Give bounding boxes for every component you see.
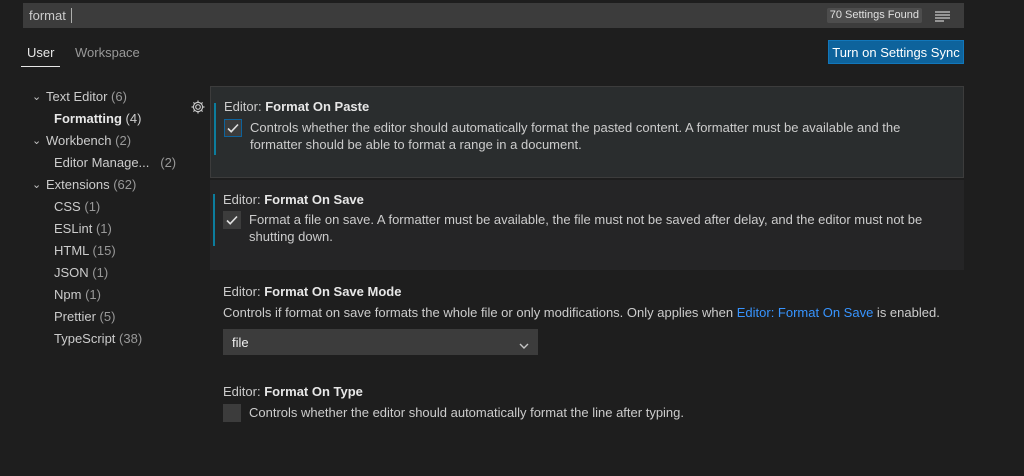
setting-format-on-type: Editor: Format On Type Controls whether … <box>210 372 964 432</box>
toc-item-json[interactable]: JSON (1) <box>54 262 108 284</box>
modified-indicator <box>214 103 216 155</box>
toc-item-html[interactable]: HTML (15) <box>54 240 116 262</box>
setting-description: Format a file on save. A formatter must … <box>249 212 923 244</box>
chevron-down-icon <box>519 338 529 353</box>
setting-format-on-save[interactable]: Editor: Format On Save Format a file on … <box>210 180 964 270</box>
setting-description: Controls whether the editor should autom… <box>250 120 901 152</box>
settings-found-badge: 70 Settings Found <box>826 8 922 23</box>
toc-item-workbench[interactable]: ⌄ Workbench (2) <box>32 130 131 152</box>
gear-icon[interactable] <box>190 99 206 115</box>
tab-user[interactable]: User <box>21 45 61 67</box>
toc-item-npm[interactable]: Npm (1) <box>54 284 101 306</box>
format-on-save-mode-select[interactable]: file <box>223 329 538 355</box>
turn-on-settings-sync-button[interactable]: Turn on Settings Sync <box>828 40 964 64</box>
setting-format-on-save-mode: Editor: Format On Save Mode Controls if … <box>210 272 964 364</box>
setting-format-on-paste[interactable]: Editor: Format On Paste Controls whether… <box>210 86 964 178</box>
setting-title: Editor: Format On Type <box>223 384 363 399</box>
format-on-type-checkbox[interactable] <box>223 404 241 422</box>
toc-item-css[interactable]: CSS (1) <box>54 196 100 218</box>
setting-title: Editor: Format On Save <box>223 192 364 207</box>
setting-link[interactable]: Editor: Format On Save <box>737 305 874 320</box>
format-on-save-checkbox[interactable] <box>223 211 241 229</box>
toc-item-typescript[interactable]: TypeScript (38) <box>54 328 142 350</box>
toc-item-eslint[interactable]: ESLint (1) <box>54 218 112 240</box>
chevron-down-icon: ⌄ <box>32 135 42 147</box>
filter-settings-icon[interactable] <box>935 10 950 22</box>
chevron-down-icon: ⌄ <box>32 179 42 191</box>
toc-item-extensions[interactable]: ⌄ Extensions (62) <box>32 174 136 196</box>
chevron-down-icon: ⌄ <box>32 91 42 103</box>
toc-item-prettier[interactable]: Prettier (5) <box>54 306 115 328</box>
toc-item-formatting[interactable]: Formatting (4) <box>54 108 141 130</box>
setting-description: Controls if format on save formats the w… <box>223 305 940 320</box>
text-cursor <box>71 8 72 23</box>
toc-item-editor-management[interactable]: Editor Manage... (2) <box>54 152 176 174</box>
toc-item-text-editor[interactable]: ⌄ Text Editor (6) <box>32 86 127 108</box>
modified-indicator <box>213 194 215 246</box>
setting-title: Editor: Format On Save Mode <box>223 284 402 299</box>
format-on-paste-checkbox[interactable] <box>224 119 242 137</box>
search-input[interactable]: format <box>29 8 66 23</box>
tab-workspace[interactable]: Workspace <box>75 45 140 66</box>
setting-description: Controls whether the editor should autom… <box>249 405 685 420</box>
settings-search-box[interactable]: format 70 Settings Found <box>23 3 964 28</box>
settings-scope-tabs: User Workspace <box>21 38 964 72</box>
setting-title: Editor: Format On Paste <box>224 99 370 114</box>
